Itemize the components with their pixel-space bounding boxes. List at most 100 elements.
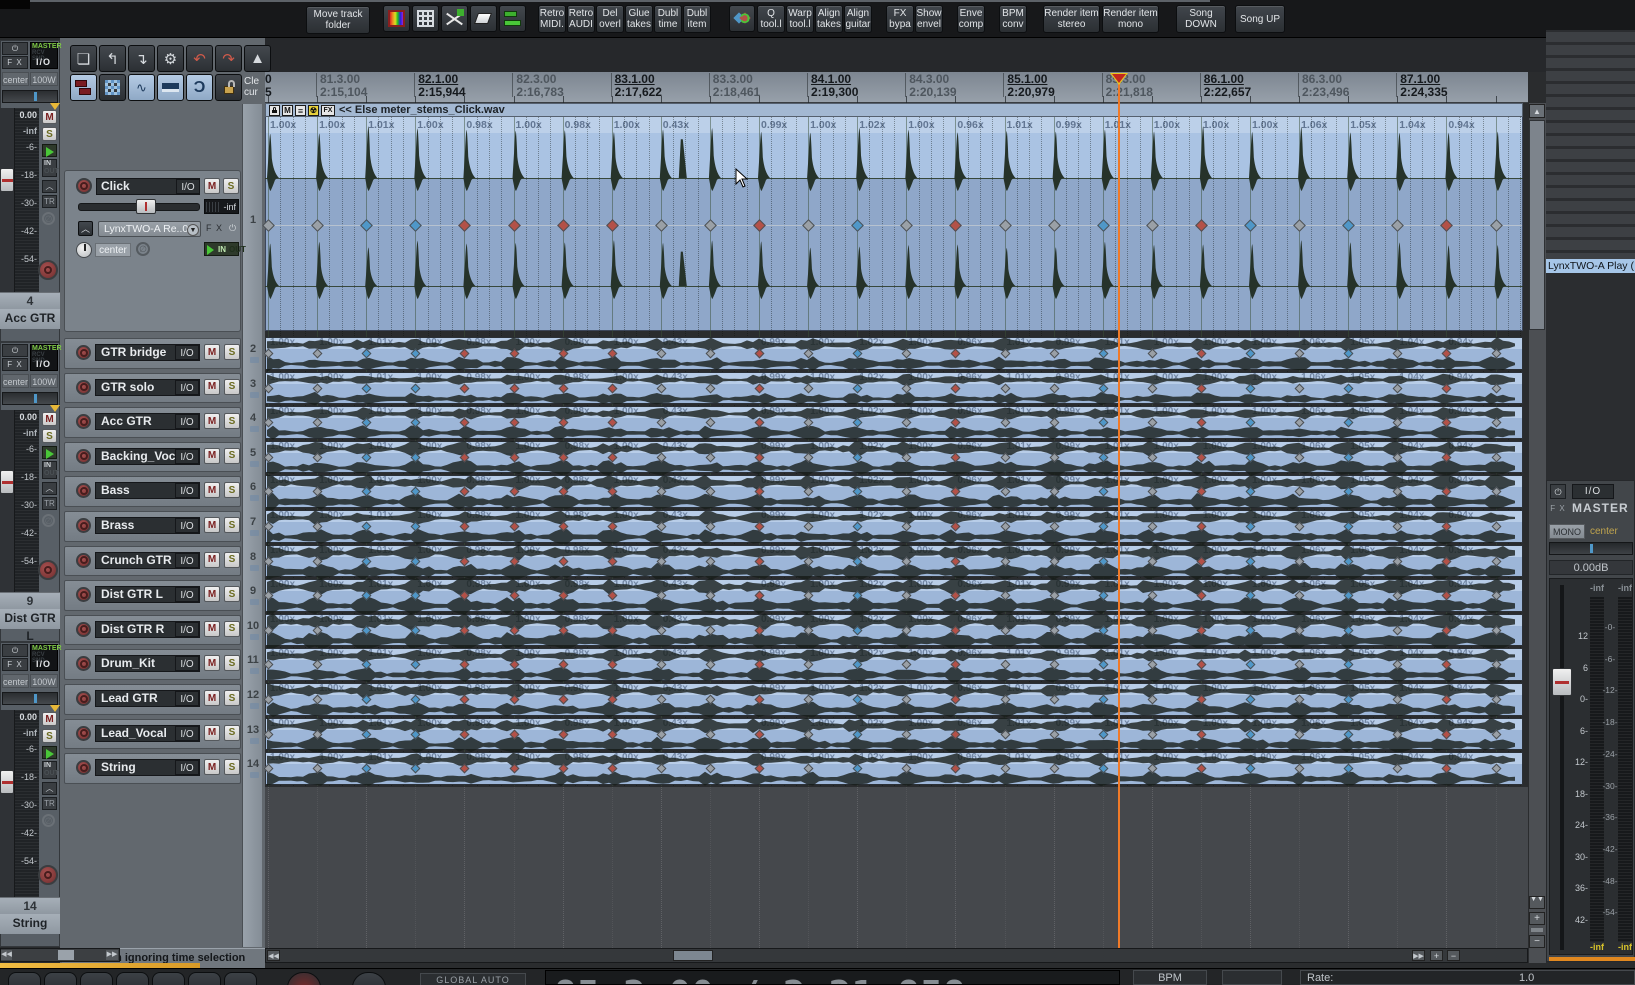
redo-icon-button[interactable]: ↷ bbox=[215, 45, 242, 72]
solo-button-click[interactable]: S bbox=[223, 178, 239, 194]
enve-button-0[interactable]: Enve comp bbox=[957, 5, 985, 33]
scroll-left-icon[interactable]: ◀◀ bbox=[1, 950, 12, 960]
pan-label-click[interactable]: center bbox=[95, 243, 131, 257]
docker-list-row[interactable] bbox=[1546, 32, 1635, 42]
scroll-bottom-icon[interactable]: ▼▼ bbox=[1529, 896, 1545, 909]
item-lock-icon[interactable] bbox=[269, 105, 280, 116]
record-arm-button[interactable] bbox=[76, 552, 91, 568]
ruler-icon-button[interactable] bbox=[157, 74, 184, 101]
strip-tr-button[interactable]: TR bbox=[42, 195, 57, 208]
item-mute-icon[interactable]: M bbox=[282, 105, 293, 116]
master-power-icon[interactable]: ⏻ bbox=[1550, 484, 1566, 499]
render-button-0[interactable]: Render item stereo bbox=[1043, 5, 1100, 33]
record-arm-button[interactable] bbox=[38, 260, 58, 280]
docker-list-row[interactable] bbox=[1546, 201, 1635, 211]
strip-tr-button[interactable]: TR bbox=[42, 797, 57, 810]
strip-master-block[interactable]: MASTER RCV SND I/O bbox=[30, 344, 62, 371]
hscroll-thumb[interactable] bbox=[673, 950, 713, 961]
docker-list-row[interactable] bbox=[1546, 110, 1635, 120]
master-fader-track[interactable] bbox=[1560, 585, 1564, 950]
solo-button[interactable]: S bbox=[224, 690, 240, 706]
strip-power-icon[interactable]: ⏻ bbox=[2, 344, 28, 357]
strip-phase-icon[interactable]: ∅ bbox=[42, 814, 55, 827]
hzoom-in-button[interactable]: + bbox=[1430, 950, 1443, 961]
record-arm-button[interactable] bbox=[76, 518, 91, 533]
master-pan-label[interactable]: center bbox=[1590, 526, 1618, 537]
bpm-value-box[interactable] bbox=[1222, 970, 1282, 985]
mute-button[interactable]: M bbox=[204, 482, 220, 499]
strip-mute-button[interactable]: M bbox=[42, 412, 57, 426]
docker-list-row[interactable] bbox=[1546, 214, 1635, 224]
transport-button-1[interactable] bbox=[44, 972, 77, 985]
item-fx-icon[interactable]: FX bbox=[321, 105, 335, 116]
strip-phase-icon[interactable]: ∅ bbox=[42, 514, 55, 527]
item-propagate-icon[interactable]: ☢ bbox=[308, 105, 319, 116]
solo-button[interactable]: S bbox=[224, 482, 240, 499]
solo-button[interactable]: S bbox=[224, 413, 240, 430]
edit-button-1[interactable]: Retro AUDI bbox=[567, 5, 595, 33]
import-down-icon-button[interactable]: ↴ bbox=[128, 45, 155, 72]
master-mono-button[interactable]: MONO bbox=[1549, 524, 1585, 539]
new-doc-icon-button[interactable]: ❏ bbox=[70, 45, 97, 72]
clip-indicator-icon[interactable] bbox=[50, 103, 60, 110]
tool-button-2[interactable]: Align takes bbox=[815, 5, 843, 33]
loop-icon-button[interactable]: Ɔ bbox=[186, 74, 213, 101]
vscroll-up-icon[interactable]: ▲ bbox=[1529, 104, 1545, 118]
colors-icon-button[interactable] bbox=[383, 5, 410, 32]
bpm-button-0[interactable]: BPM conv bbox=[999, 5, 1027, 33]
strip-fader-knob[interactable] bbox=[0, 168, 14, 192]
docker-list-row[interactable] bbox=[1546, 188, 1635, 198]
fx-button-1[interactable]: Show envel bbox=[915, 5, 943, 33]
io-button[interactable]: I/O bbox=[175, 483, 199, 499]
item-bars-icon-button[interactable] bbox=[499, 5, 526, 32]
item-notes-icon[interactable]: ≡ bbox=[295, 105, 306, 116]
edit-button-3[interactable]: Glue takes bbox=[625, 5, 653, 33]
strip-inout-button[interactable]: IN OUT bbox=[42, 461, 59, 479]
solo-button[interactable]: S bbox=[224, 517, 240, 533]
master-fx-button[interactable]: F X bbox=[1550, 502, 1566, 517]
docker-list-row[interactable] bbox=[1546, 71, 1635, 81]
strip-pan-label[interactable]: center bbox=[2, 72, 29, 86]
edit-button-0[interactable]: Retro MIDI. bbox=[538, 5, 566, 33]
item-group-icon-button[interactable] bbox=[70, 74, 97, 101]
scroll-right-icon[interactable]: ▶▶ bbox=[106, 950, 118, 960]
master-gain-readout[interactable]: 0.00dB bbox=[1549, 560, 1633, 575]
record-arm-button[interactable] bbox=[76, 345, 91, 360]
strip-monitor-button[interactable] bbox=[42, 144, 57, 157]
mute-button[interactable]: M bbox=[204, 690, 220, 706]
strip-power-icon[interactable]: ⏻ bbox=[2, 644, 28, 657]
rate-slider[interactable]: Rate: 1.0 bbox=[1300, 970, 1635, 985]
solo-button[interactable]: S bbox=[224, 586, 240, 603]
strip-width-label[interactable]: 100W bbox=[30, 674, 58, 688]
docker-list-row[interactable] bbox=[1546, 162, 1635, 172]
power-icon[interactable]: ⏻ bbox=[226, 221, 239, 236]
song-down-button[interactable]: Song DOWN bbox=[1176, 5, 1226, 33]
solo-button[interactable]: S bbox=[224, 344, 240, 360]
strip-mute-button[interactable]: M bbox=[42, 110, 57, 124]
mute-button-click[interactable]: M bbox=[204, 178, 220, 194]
mixer-scroll-thumb[interactable] bbox=[58, 950, 74, 960]
grid-icon-button[interactable] bbox=[412, 5, 439, 32]
solo-button[interactable]: S bbox=[224, 655, 240, 672]
docker-list-row[interactable] bbox=[1546, 175, 1635, 185]
lock-open-icon-button[interactable] bbox=[215, 74, 242, 101]
strip-pan-slider[interactable] bbox=[2, 90, 58, 103]
io-button[interactable]: I/O bbox=[175, 691, 199, 706]
strip-inout-button[interactable]: IN OUT bbox=[42, 761, 59, 779]
io-button[interactable]: I/O bbox=[175, 345, 199, 360]
mute-button[interactable]: M bbox=[204, 724, 220, 741]
io-button[interactable]: I/O bbox=[175, 656, 199, 672]
io-button[interactable]: I/O bbox=[175, 518, 199, 533]
transport-button-6[interactable] bbox=[224, 972, 257, 985]
hscroll-right-icon[interactable]: ▶▶ bbox=[1412, 950, 1425, 961]
razor-icon-button[interactable] bbox=[441, 5, 468, 32]
io-button[interactable]: I/O bbox=[175, 587, 199, 603]
fx-button-0[interactable]: FX bypa bbox=[886, 5, 914, 33]
master-pan-slider[interactable] bbox=[1549, 542, 1633, 555]
render-button-1[interactable]: Render item mono bbox=[1102, 5, 1159, 33]
io-button[interactable]: I/O bbox=[175, 725, 199, 741]
tool-button-3[interactable]: Align guitar bbox=[844, 5, 872, 33]
record-arm-button[interactable] bbox=[76, 379, 91, 395]
chevron-down-icon[interactable]: ▼ bbox=[187, 224, 199, 236]
metronome-icon-button[interactable]: ▲ bbox=[244, 45, 271, 72]
